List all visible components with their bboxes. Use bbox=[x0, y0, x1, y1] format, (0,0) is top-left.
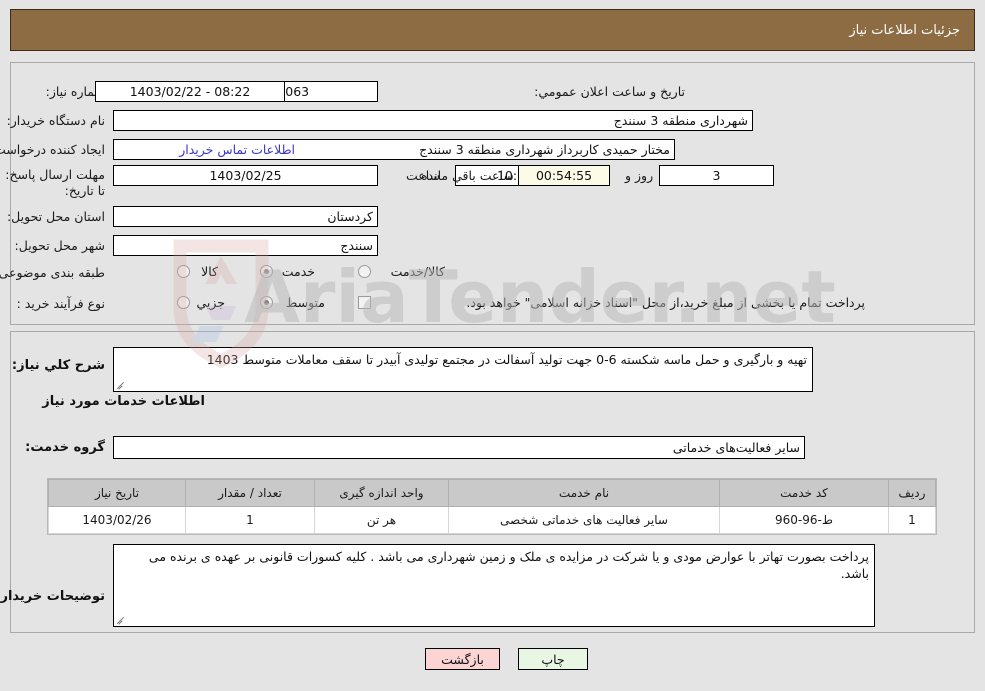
col-code: کد خدمت bbox=[719, 479, 889, 507]
creator-label: ایجاد کننده درخواست: bbox=[0, 142, 105, 157]
col-unit: واحد اندازه گیری bbox=[314, 479, 449, 507]
deadline-date-field: 1403/02/25 bbox=[113, 165, 378, 186]
cell-date: 1403/02/26 bbox=[48, 506, 186, 534]
category-label: طبقه بندی موضوعی: bbox=[0, 265, 105, 280]
buyer-org-field: شهرداری منطقه 3 سنندج bbox=[113, 110, 753, 131]
buyer-notes-label: توضیحات خریدار: bbox=[0, 589, 105, 604]
cell-code: ط-96-960 bbox=[719, 506, 889, 534]
description-text: تهیه و بارگیری و حمل ماسه شکسته 6-0 جهت … bbox=[206, 352, 807, 367]
islamic-treasury-label: پرداخت تمام یا بخشی از مبلغ خرید،از محل … bbox=[466, 295, 865, 310]
services-table: ردیف کد خدمت نام خدمت واحد اندازه گیری ت… bbox=[48, 479, 936, 534]
category-radio-khedmat[interactable] bbox=[260, 265, 273, 278]
resize-grip-icon-notes[interactable] bbox=[116, 615, 126, 625]
process-radio-motevasset[interactable] bbox=[260, 296, 273, 309]
cell-qty: 1 bbox=[185, 506, 315, 534]
process-option-label-jozii: جزیي bbox=[196, 295, 225, 310]
deadline-label: مهلت ارسال پاسخ: تا تاریخ: bbox=[5, 167, 105, 198]
col-qty: تعداد / مقدار bbox=[185, 479, 315, 507]
col-row-no: ردیف bbox=[888, 479, 936, 507]
countdown-field: 00:54:55 bbox=[518, 165, 610, 186]
islamic-treasury-checkbox[interactable] bbox=[358, 296, 371, 309]
category-radio-kala[interactable] bbox=[177, 265, 190, 278]
process-radio-jozii[interactable] bbox=[177, 296, 190, 309]
buyer-org-label: نام دستگاه خریدار: bbox=[6, 113, 105, 128]
table-row: 1 ط-96-960 سایر فعالیت های خدماتی شخصی ه… bbox=[48, 506, 936, 534]
description-label: شرح کلي نیاز: bbox=[11, 358, 105, 373]
services-table-wrapper: ردیف کد خدمت نام خدمت واحد اندازه گیری ت… bbox=[47, 478, 937, 535]
province-field: کردستان bbox=[113, 206, 378, 227]
service-group-field: سایر فعالیت‌های خدماتی bbox=[113, 436, 805, 459]
cell-unit: هر تن bbox=[314, 506, 449, 534]
cell-name: سایر فعالیت های خدماتی شخصی bbox=[448, 506, 720, 534]
public-announce-label: تاریخ و ساعت اعلان عمومي: bbox=[534, 84, 685, 99]
province-label: استان محل تحویل: bbox=[6, 209, 105, 224]
process-option-label-motevasset: متوسط bbox=[285, 295, 325, 310]
col-name: نام خدمت bbox=[448, 479, 720, 507]
buyer-notes-text: پرداخت بصورت تهاتر با عوارض مودی و یا شر… bbox=[148, 549, 869, 581]
days-word-label: روز و bbox=[625, 168, 654, 183]
public-announce-field: 08:22 - 1403/02/22 bbox=[95, 81, 285, 102]
remaining-days-field: 3 bbox=[659, 165, 774, 186]
table-header-row: ردیف کد خدمت نام خدمت واحد اندازه گیری ت… bbox=[48, 479, 936, 507]
category-radio-kala-khedmat[interactable] bbox=[358, 265, 371, 278]
category-option-label-khedmat: خدمت bbox=[281, 264, 315, 279]
service-group-label: گروه خدمت: bbox=[25, 440, 105, 455]
cell-row-no: 1 bbox=[888, 506, 936, 534]
resize-grip-icon[interactable] bbox=[116, 380, 126, 390]
page-title: جزئیات اطلاعات نیاز bbox=[849, 22, 960, 38]
countdown-suffix-label: ساعت باقي مانده bbox=[421, 168, 514, 183]
description-textarea[interactable]: تهیه و بارگیری و حمل ماسه شکسته 6-0 جهت … bbox=[113, 347, 813, 392]
page-header: جزئیات اطلاعات نیاز bbox=[10, 9, 975, 51]
category-option-label-kala: کالا bbox=[201, 264, 218, 279]
city-label: شهر محل تحویل: bbox=[14, 238, 105, 253]
print-button[interactable]: چاپ bbox=[518, 648, 588, 670]
col-date: تاریخ نیاز bbox=[48, 479, 186, 507]
city-field: سنندج bbox=[113, 235, 378, 256]
buyer-notes-textarea[interactable]: پرداخت بصورت تهاتر با عوارض مودی و یا شر… bbox=[113, 544, 875, 627]
category-option-label-kala-khedmat: کالا/خدمت bbox=[390, 264, 445, 279]
need-number-label: شماره نیاز: bbox=[45, 84, 105, 99]
back-button[interactable]: بازگشت bbox=[425, 648, 500, 670]
buyer-contact-link[interactable]: اطلاعات تماس خریدار bbox=[179, 142, 295, 157]
services-section-title: اطلاعات خدمات مورد نیاز bbox=[42, 394, 205, 409]
process-label: نوع فرآیند خرید : bbox=[16, 296, 105, 311]
